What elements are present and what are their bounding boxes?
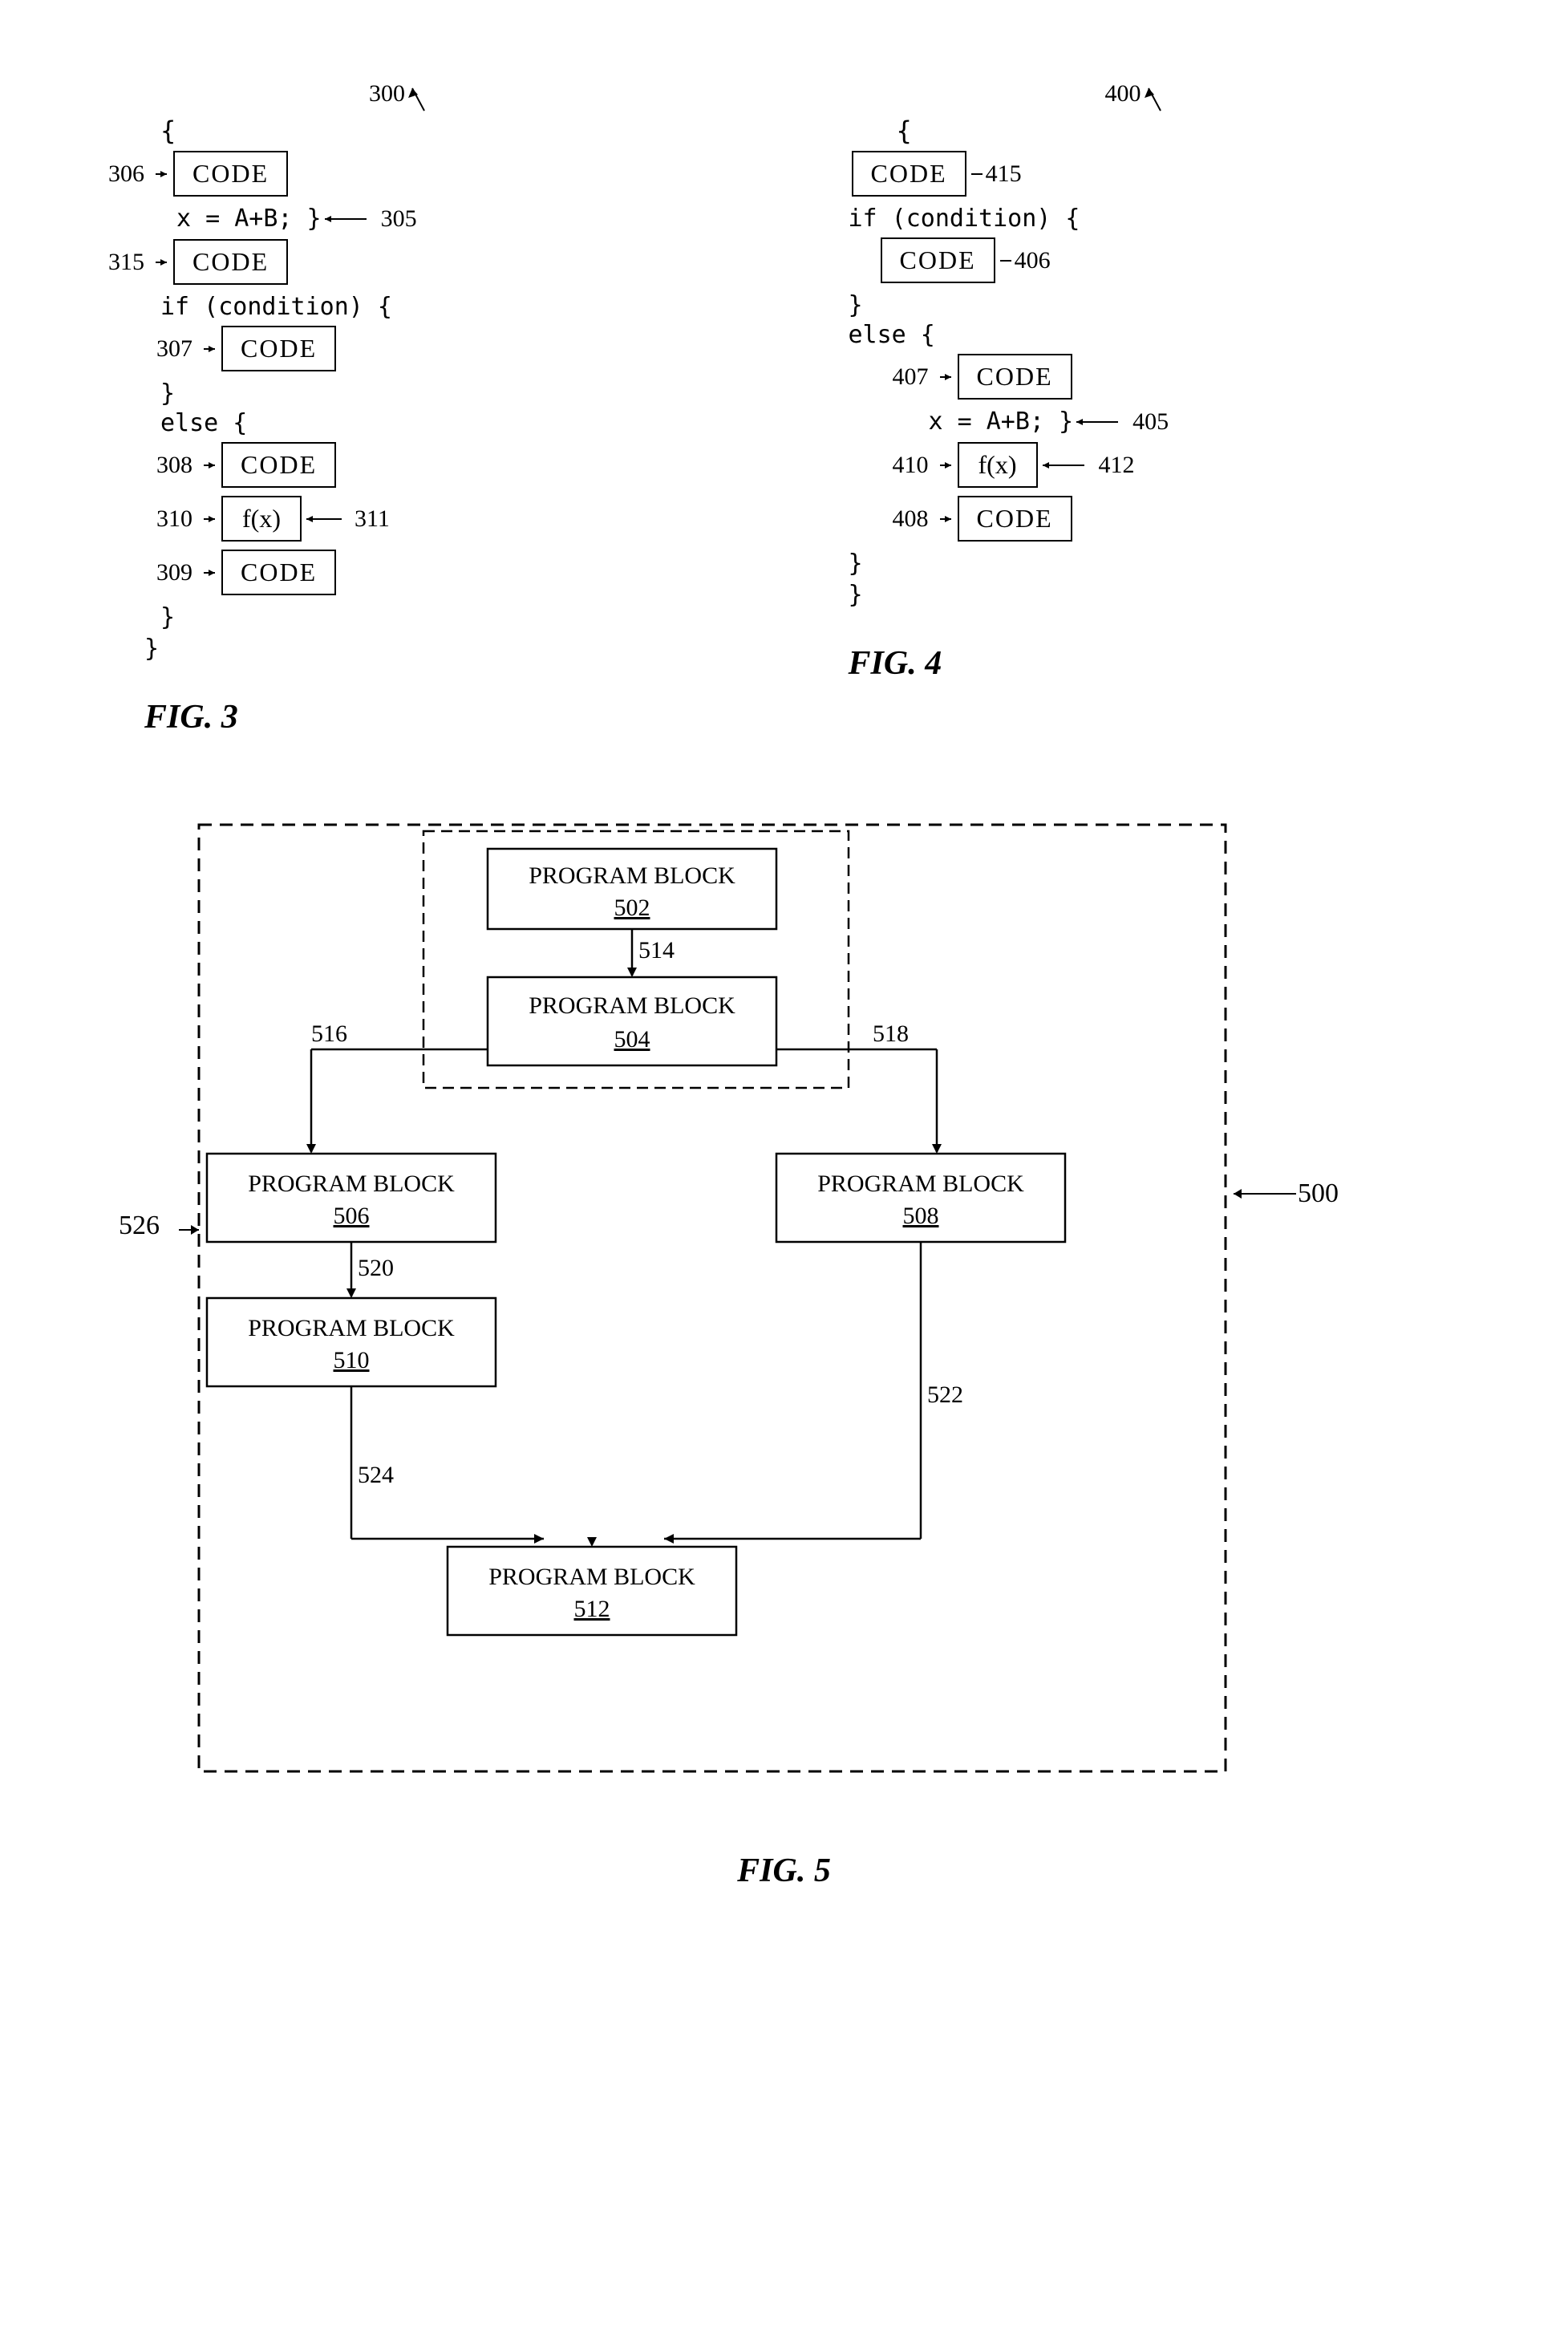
- svg-text:524: 524: [358, 1462, 394, 1488]
- fig3-code-307: CODE: [221, 326, 336, 371]
- fig4-else: else {: [849, 321, 1473, 349]
- fig3-label: FIG. 3: [144, 682, 736, 736]
- fig3-row-310: 310 f(x) 311: [144, 496, 736, 542]
- fig3-if-condition: if (condition) {: [160, 293, 736, 321]
- fig3-arrow-300: [408, 80, 440, 112]
- svg-text:510: 510: [333, 1347, 369, 1373]
- top-figures: 300 { 306 CODE x = A+B; }: [48, 48, 1520, 769]
- fig3-arrow-left-306: [156, 168, 170, 180]
- fig4-row-410: 410 f(x) 412: [881, 442, 1473, 488]
- fig3-row-306: 306 CODE: [96, 151, 736, 197]
- fig3-ref-309: 309: [144, 559, 192, 586]
- fig4-arrow-415: [971, 168, 986, 180]
- fig4-row-407: 407 CODE: [881, 354, 1473, 400]
- fig4-arrow-406: [1000, 255, 1015, 266]
- svg-text:516: 516: [311, 1020, 347, 1047]
- fig5-svg: 500 526 PROGRAM BLOCK 502 514 PROGRAM BL…: [103, 801, 1466, 1828]
- fig4-arrow-400: [1145, 80, 1177, 112]
- fig4-if-condition: if (condition) {: [849, 205, 1473, 233]
- fig4-text-405: x = A+B; } 405: [929, 408, 1473, 436]
- fig4-close-else: }: [849, 550, 1473, 578]
- fig4-code-408: CODE: [958, 496, 1072, 542]
- fig3-else: else {: [160, 409, 736, 437]
- fig4-arrow-left-408: [940, 513, 954, 525]
- fig4-ref-415: 415: [986, 160, 1022, 188]
- fig4-row-406: CODE 406: [881, 237, 1473, 283]
- svg-text:504: 504: [614, 1026, 650, 1053]
- fig3-row-315: 315 CODE: [96, 239, 736, 285]
- fig4-ref-407: 407: [881, 363, 929, 391]
- fig3-close-else: }: [160, 603, 736, 631]
- fig3-container: 300 { 306 CODE x = A+B; }: [48, 48, 784, 769]
- fig3-ref-306: 306: [96, 160, 144, 188]
- fig4-open-brace: {: [897, 116, 1473, 146]
- fig3-code-306: CODE: [173, 151, 288, 197]
- fig4-label: FIG. 4: [849, 628, 1473, 683]
- svg-text:PROGRAM BLOCK: PROGRAM BLOCK: [248, 1170, 455, 1197]
- fig3-row-307: 307 CODE: [144, 326, 736, 371]
- fig3-ref-300: 300: [369, 80, 405, 108]
- svg-text:PROGRAM BLOCK: PROGRAM BLOCK: [529, 862, 735, 889]
- fig4-fx-410: f(x): [958, 442, 1038, 488]
- fig4-ref-408: 408: [881, 505, 929, 533]
- fig4-code-406: CODE: [881, 237, 995, 283]
- svg-text:512: 512: [573, 1596, 610, 1622]
- fig5-container: 500 526 PROGRAM BLOCK 502 514 PROGRAM BL…: [48, 769, 1520, 1922]
- fig4-arrow-left-410: [940, 460, 954, 471]
- fig4-row-415: CODE 415: [833, 151, 1473, 197]
- fig3-arrow-left-309: [204, 567, 218, 578]
- fig4-arrow-412: [1043, 457, 1099, 473]
- fig3-close-main: }: [144, 635, 736, 663]
- fig3-close-if: }: [160, 379, 736, 408]
- fig3-code-308: CODE: [221, 442, 336, 488]
- fig3-arrow-305: [325, 211, 381, 227]
- svg-text:502: 502: [614, 895, 650, 921]
- fig3-ref-310: 310: [144, 505, 192, 533]
- fig3-ref-311: 311: [355, 505, 390, 533]
- fig4-close-main: }: [849, 581, 1473, 609]
- fig3-row-308: 308 CODE: [144, 442, 736, 488]
- fig3-open-brace: {: [160, 116, 736, 146]
- fig4-arrow-405: [1076, 414, 1132, 430]
- fig4-ref-405: 405: [1132, 408, 1169, 436]
- fig4-code-415: CODE: [852, 151, 966, 197]
- fig4-ref-406: 406: [1015, 247, 1051, 274]
- fig3-arrow-left-308: [204, 460, 218, 471]
- fig5-label: FIG. 5: [737, 1836, 831, 1890]
- svg-text:PROGRAM BLOCK: PROGRAM BLOCK: [248, 1315, 455, 1341]
- fig3-fx-310: f(x): [221, 496, 302, 542]
- svg-text:508: 508: [902, 1203, 938, 1229]
- svg-text:PROGRAM BLOCK: PROGRAM BLOCK: [817, 1170, 1024, 1197]
- svg-text:500: 500: [1298, 1179, 1339, 1208]
- svg-text:526: 526: [119, 1211, 160, 1240]
- fig3-code-309: CODE: [221, 550, 336, 595]
- svg-text:520: 520: [358, 1255, 394, 1281]
- fig3-row-309: 309 CODE: [144, 550, 736, 595]
- svg-text:PROGRAM BLOCK: PROGRAM BLOCK: [529, 992, 735, 1019]
- fig3-ref-308: 308: [144, 452, 192, 479]
- fig4-row-408: 408 CODE: [881, 496, 1473, 542]
- fig3-ref-305: 305: [381, 205, 417, 233]
- svg-text:514: 514: [638, 937, 675, 964]
- svg-text:518: 518: [873, 1020, 909, 1047]
- fig3-text-305: x = A+B; } 305: [176, 205, 736, 233]
- fig3-arrow-311: [306, 511, 355, 527]
- fig4-ref-400: 400: [1105, 80, 1141, 108]
- svg-text:522: 522: [927, 1381, 963, 1408]
- fig4-close-if: }: [849, 291, 1473, 319]
- fig4-container: 400 { CODE 415 if (condition) {: [784, 48, 1521, 769]
- svg-text:PROGRAM BLOCK: PROGRAM BLOCK: [488, 1564, 695, 1590]
- fig3-ref-307: 307: [144, 335, 192, 363]
- fig3-arrow-left-315: [156, 257, 170, 268]
- fig3-arrow-left-310: [204, 513, 218, 525]
- fig4-arrow-left-407: [940, 371, 954, 383]
- fig3-ref-315: 315: [96, 249, 144, 276]
- svg-text:506: 506: [333, 1203, 369, 1229]
- page: 300 { 306 CODE x = A+B; }: [0, 0, 1568, 2341]
- fig4-ref-410: 410: [881, 452, 929, 479]
- fig3-arrow-left-307: [204, 343, 218, 355]
- fig4-code-407: CODE: [958, 354, 1072, 400]
- fig4-ref-412: 412: [1099, 452, 1135, 479]
- fig3-code-315: CODE: [173, 239, 288, 285]
